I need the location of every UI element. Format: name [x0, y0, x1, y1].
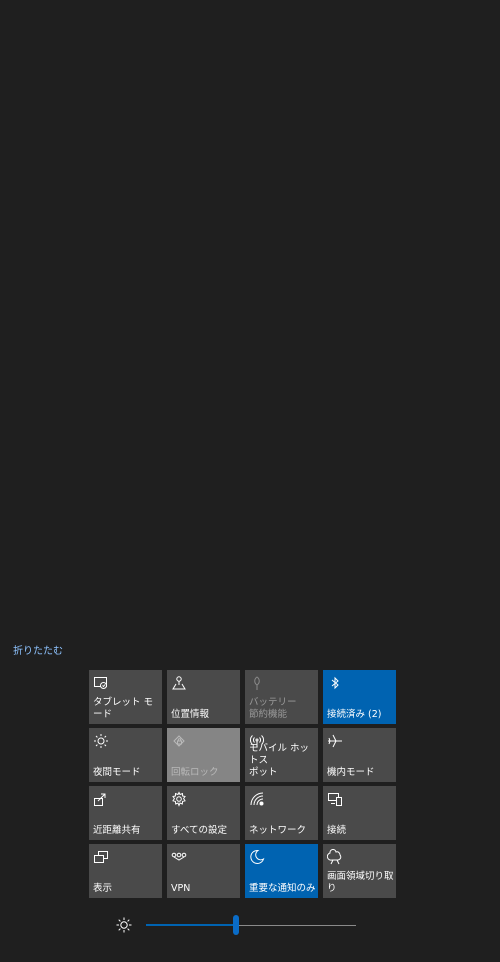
tile-label: 接続済み (2): [327, 709, 382, 720]
location-icon: [171, 675, 187, 691]
battery-saver-icon: [249, 675, 265, 691]
tile-label: 重要な通知のみ: [249, 883, 316, 894]
network-icon: [249, 791, 265, 807]
tile-label: 表示: [93, 883, 113, 894]
brightness-sun-icon: [116, 917, 132, 933]
rotation-lock-icon: [171, 733, 187, 749]
tile-label: モバイル ホットス ポット: [249, 743, 310, 778]
tile-rotation-lock[interactable]: 回転ロック: [167, 728, 240, 782]
airplane-mode-icon: [327, 733, 343, 749]
settings-gear-icon: [171, 791, 187, 807]
tile-focus-assist[interactable]: 重要な通知のみ: [245, 844, 318, 898]
tile-label: 回転ロック: [171, 767, 219, 778]
screen-snip-icon: [327, 849, 343, 865]
tile-label: 位置情報: [171, 709, 210, 720]
tile-project[interactable]: 表示: [89, 844, 162, 898]
tile-label: バッテリー 節約機能: [249, 697, 297, 720]
vpn-icon: [171, 849, 187, 865]
collapse-link[interactable]: 折りたたむ: [13, 642, 63, 657]
tile-label: 夜間モード: [93, 767, 141, 778]
brightness-slider[interactable]: [146, 915, 356, 935]
tile-mobile-hotspot[interactable]: モバイル ホットス ポット: [245, 728, 318, 782]
nearby-sharing-icon: [93, 791, 109, 807]
project-display-icon: [93, 849, 109, 865]
slider-thumb[interactable]: [233, 915, 240, 935]
night-light-icon: [93, 733, 109, 749]
tile-nearby-sharing[interactable]: 近距離共有: [89, 786, 162, 840]
tile-bluetooth[interactable]: 接続済み (2): [323, 670, 396, 724]
tile-screen-snip[interactable]: 画面領域切り取 り: [323, 844, 396, 898]
tile-battery-saver[interactable]: バッテリー 節約機能: [245, 670, 318, 724]
connect-icon: [327, 791, 343, 807]
tile-connect[interactable]: 接続: [323, 786, 396, 840]
tile-vpn[interactable]: VPN: [167, 844, 240, 898]
tile-label: ネットワーク: [249, 825, 307, 836]
tile-label: すべての設定: [171, 825, 227, 836]
tile-label: 機内モード: [327, 767, 375, 778]
tile-label: タブレット モード: [93, 697, 154, 720]
focus-assist-moon-icon: [249, 849, 265, 865]
tile-night-light[interactable]: 夜間モード: [89, 728, 162, 782]
bluetooth-icon: [327, 675, 343, 691]
tile-tablet-mode[interactable]: タブレット モード: [89, 670, 162, 724]
tile-label: VPN: [171, 883, 191, 894]
tablet-mode-icon: [93, 675, 109, 691]
tile-all-settings[interactable]: すべての設定: [167, 786, 240, 840]
tile-location[interactable]: 位置情報: [167, 670, 240, 724]
tile-label: 近距離共有: [93, 825, 141, 836]
tile-label: 画面領域切り取 り: [327, 871, 394, 894]
quick-actions-grid: タブレット モード 位置情報 バッテリー 節約機能 接続済み (2) 夜間モード…: [89, 670, 397, 898]
tile-airplane-mode[interactable]: 機内モード: [323, 728, 396, 782]
slider-fill: [146, 924, 237, 926]
tile-network[interactable]: ネットワーク: [245, 786, 318, 840]
tile-label: 接続: [327, 825, 347, 836]
